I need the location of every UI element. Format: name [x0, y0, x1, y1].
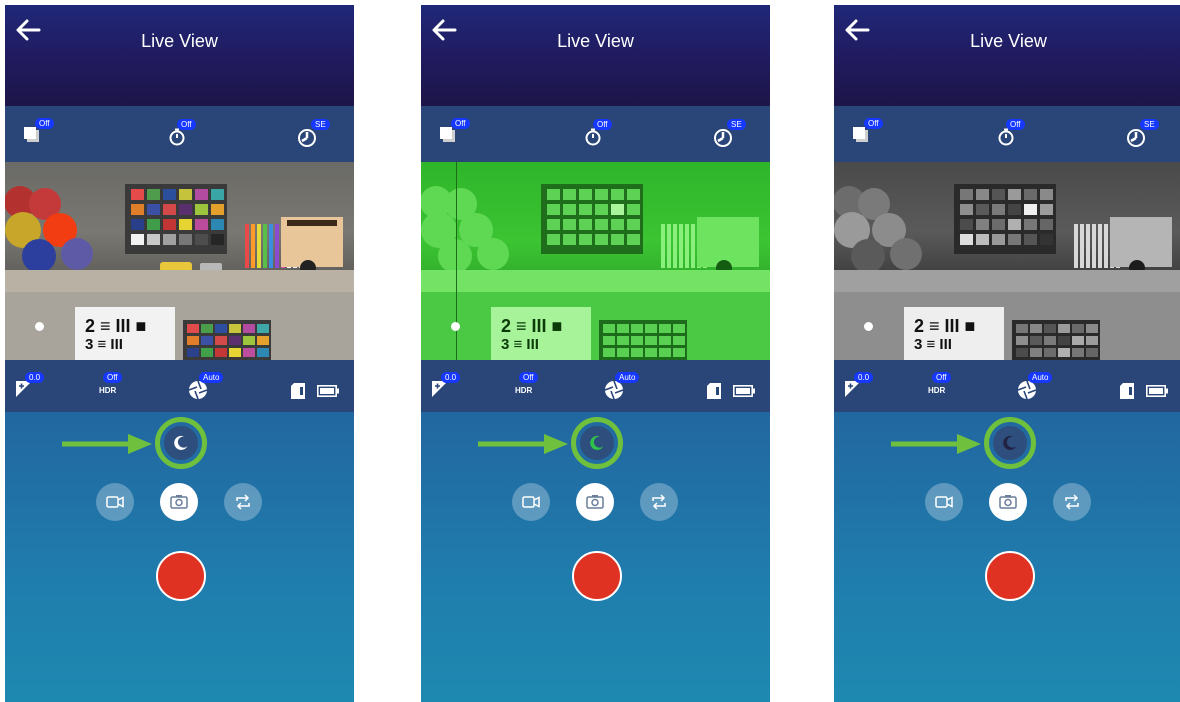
svg-text:2 ≡ III ■: 2 ≡ III ■ — [914, 316, 975, 336]
aperture-badge: Auto — [1028, 372, 1053, 383]
pointer-arrow-icon — [891, 434, 981, 454]
sd-card-icon — [707, 383, 721, 399]
timer-icon[interactable] — [584, 128, 602, 146]
video-mode-button[interactable] — [512, 483, 550, 521]
hdr-label[interactable]: HDR — [928, 386, 945, 395]
pointer-arrow-icon — [62, 434, 152, 454]
exposure-badge: 0.0 — [441, 372, 461, 383]
timer-badge: Off — [177, 119, 196, 130]
bottom-settings-bar: 0.0 HDR Off Auto — [834, 360, 1180, 412]
switch-camera-button[interactable] — [640, 483, 678, 521]
burst-badge: Off — [864, 118, 883, 129]
shutter-icon[interactable] — [713, 128, 733, 148]
page-title: Live View — [557, 31, 634, 51]
battery-icon — [1146, 385, 1168, 397]
bottom-settings-bar: 0.0 HDR Off Auto — [421, 360, 770, 412]
burst-badge: Off — [35, 118, 54, 129]
photo-mode-button[interactable] — [576, 483, 614, 521]
svg-text:2 ≡ III ■: 2 ≡ III ■ — [85, 316, 146, 336]
camera-icon — [586, 495, 604, 509]
photo-mode-button[interactable] — [989, 483, 1027, 521]
switch-camera-icon — [1065, 494, 1079, 510]
focus-point[interactable] — [35, 322, 44, 331]
hdr-label[interactable]: HDR — [515, 386, 532, 395]
camera-icon — [170, 495, 188, 509]
scene: 2 ≡ III ■ 3 ≡ III — [421, 162, 770, 360]
phone-screen-3: Live View Off Off SE 2 ≡ III ■ 3 ≡ III 0… — [834, 5, 1180, 702]
aperture-badge: Auto — [615, 372, 640, 383]
hdr-badge: Off — [519, 372, 538, 383]
pointer-arrow-icon — [478, 434, 568, 454]
aperture-badge: Auto — [199, 372, 224, 383]
timer-badge: Off — [1006, 119, 1025, 130]
switch-camera-icon — [652, 494, 666, 510]
phone-screen-2: Live View Off Off SE 2 ≡ III ■ 3 ≡ III 0… — [421, 5, 770, 702]
timer-icon[interactable] — [997, 128, 1015, 146]
header: Live View — [5, 5, 354, 106]
night-mode-button[interactable] — [571, 417, 623, 469]
focus-point[interactable] — [864, 322, 873, 331]
camera-icon — [999, 495, 1017, 509]
svg-text:3 ≡ III: 3 ≡ III — [85, 336, 123, 353]
top-settings-bar: Off Off SE — [5, 106, 354, 162]
timer-icon[interactable] — [168, 128, 186, 146]
moon-icon — [590, 435, 604, 450]
page-title: Live View — [970, 31, 1047, 51]
moon-icon — [1003, 435, 1017, 450]
video-mode-button[interactable] — [96, 483, 134, 521]
header: Live View — [834, 5, 1180, 106]
shutter-badge: SE — [1140, 119, 1159, 130]
sd-card-icon — [1120, 383, 1134, 399]
bottom-settings-bar: 0.0 HDR Off Auto — [5, 360, 354, 412]
sd-card-icon — [291, 383, 305, 399]
video-camera-icon — [522, 496, 540, 508]
burst-badge: Off — [451, 118, 470, 129]
shutter-icon[interactable] — [297, 128, 317, 148]
exposure-badge: 0.0 — [854, 372, 874, 383]
scene: 2 ≡ III ■ 3 ≡ III — [5, 184, 354, 360]
hdr-badge: Off — [932, 372, 951, 383]
switch-camera-button[interactable] — [1053, 483, 1091, 521]
phone-screen-1: Live View Off Off SE 2 ≡ III ■ 3 ≡ III 0… — [5, 5, 354, 702]
aperture-icon[interactable] — [188, 380, 208, 400]
hdr-badge: Off — [103, 372, 122, 383]
timer-badge: Off — [593, 119, 612, 130]
record-button[interactable] — [572, 551, 622, 601]
night-mode-button[interactable] — [984, 417, 1036, 469]
video-camera-icon — [935, 496, 953, 508]
switch-camera-icon — [236, 494, 250, 510]
focus-point[interactable] — [451, 322, 460, 331]
svg-text:2 ≡ III ■: 2 ≡ III ■ — [501, 316, 562, 336]
svg-text:3 ≡ III: 3 ≡ III — [914, 336, 952, 353]
exposure-badge: 0.0 — [25, 372, 45, 383]
video-mode-button[interactable] — [925, 483, 963, 521]
header: Live View — [421, 5, 770, 106]
live-view-image: 2 ≡ III ■ 3 ≡ III — [421, 162, 770, 360]
top-settings-bar: Off Off SE — [421, 106, 770, 162]
record-button[interactable] — [985, 551, 1035, 601]
moon-icon — [174, 435, 188, 450]
svg-text:3 ≡ III: 3 ≡ III — [501, 336, 539, 353]
battery-icon — [317, 385, 339, 397]
scene: 2 ≡ III ■ 3 ≡ III — [834, 184, 1180, 360]
aperture-icon[interactable] — [604, 380, 624, 400]
photo-mode-button[interactable] — [160, 483, 198, 521]
record-button[interactable] — [156, 551, 206, 601]
shutter-icon[interactable] — [1126, 128, 1146, 148]
hdr-label[interactable]: HDR — [99, 386, 116, 395]
live-view-image: 2 ≡ III ■ 3 ≡ III — [5, 162, 354, 360]
shutter-badge: SE — [727, 119, 746, 130]
page-title: Live View — [141, 31, 218, 51]
video-camera-icon — [106, 496, 124, 508]
top-settings-bar: Off Off SE — [834, 106, 1180, 162]
battery-icon — [733, 385, 755, 397]
aperture-icon[interactable] — [1017, 380, 1037, 400]
shutter-badge: SE — [311, 119, 330, 130]
night-mode-button[interactable] — [155, 417, 207, 469]
live-view-image: 2 ≡ III ■ 3 ≡ III — [834, 162, 1180, 360]
switch-camera-button[interactable] — [224, 483, 262, 521]
